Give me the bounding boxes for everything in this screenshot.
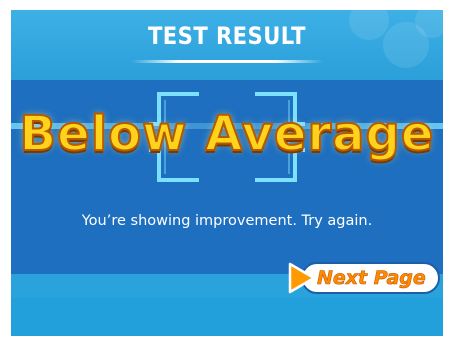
footer-band <box>11 298 443 336</box>
next-page-label: Next Page <box>317 267 426 290</box>
page-title: TEST RESULT <box>147 22 307 50</box>
header-band: TEST RESULT <box>11 10 443 80</box>
game-screen: TEST RESULT Below Average You’re showing… <box>11 10 443 336</box>
play-arrow-icon <box>288 262 316 294</box>
next-page-button[interactable]: Next Page <box>287 259 442 298</box>
result-grade: Below Average <box>19 105 435 163</box>
title-underline <box>131 60 323 63</box>
result-message: You’re showing improvement. Try again. <box>81 213 373 229</box>
